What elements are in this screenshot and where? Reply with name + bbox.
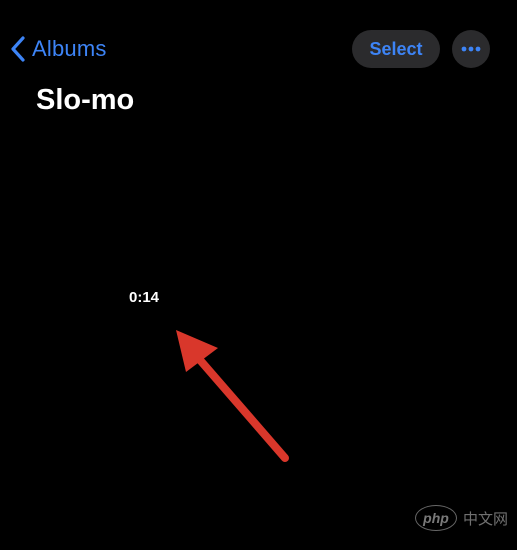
watermark-badge: php [415,505,457,531]
video-duration: 0:14 [129,289,160,306]
select-button[interactable]: Select [352,30,440,68]
watermark-text: 中文网 [463,510,509,528]
more-button[interactable] [452,30,490,68]
red-arrow-icon [160,310,300,475]
back-button[interactable]: Albums [10,30,107,68]
page-title: Slo-mo [36,84,135,116]
chevron-left-icon [10,35,26,63]
back-button-label: Albums [32,36,107,61]
video-thumbnail[interactable] [0,124,172,310]
watermark: php 中文网 [415,505,508,531]
ellipsis-icon [461,46,481,52]
